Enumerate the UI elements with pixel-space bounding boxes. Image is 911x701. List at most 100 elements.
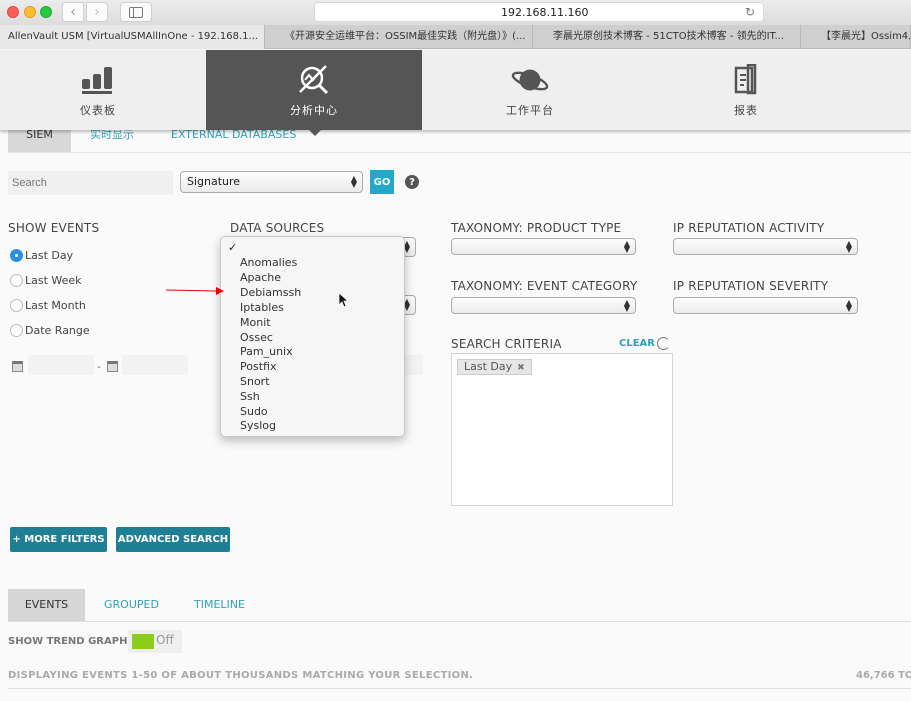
minimize-window-button[interactable] <box>24 6 36 18</box>
calendar-icon[interactable] <box>107 361 118 372</box>
radio-button[interactable] <box>10 274 23 287</box>
clear-link[interactable]: CLEAR <box>619 338 655 349</box>
help-icon[interactable]: ? <box>405 175 419 189</box>
date-separator: - <box>97 360 101 373</box>
dropdown-option[interactable]: Iptables <box>240 301 284 315</box>
analysis-search-icon <box>294 64 334 96</box>
tab-grouped[interactable]: GROUPED <box>104 589 159 621</box>
advanced-search-button[interactable]: ADVANCED SEARCH <box>116 527 230 552</box>
refresh-icon[interactable] <box>657 337 670 350</box>
mouse-cursor-icon <box>339 293 349 308</box>
display-info-text: DISPLAYING EVENTS 1-50 OF ABOUT THOUSAND… <box>8 670 474 681</box>
dropdown-option[interactable]: Sudo <box>240 405 268 419</box>
report-icon <box>726 64 766 96</box>
event-category-title: TAXONOMY: EVENT CATEGORY <box>451 279 638 293</box>
select-arrows-icon: ▲ ▼ <box>845 297 852 313</box>
data-sources-title: DATA SOURCES <box>230 221 325 235</box>
radio-last-week[interactable]: Last Week <box>10 274 82 287</box>
trend-graph-label: SHOW TREND GRAPH <box>8 636 128 647</box>
event-category-select[interactable]: ▲ ▼ <box>451 297 636 314</box>
product-type-title: TAXONOMY: PRODUCT TYPE <box>451 221 622 235</box>
chevron-left-icon: ‹ <box>70 4 76 20</box>
browser-tab[interactable]: 【李晨光】Ossim4入 <box>801 25 911 49</box>
browser-tab[interactable]: AllenVault USM [VirtualUSMAllInOne - 192… <box>0 25 265 49</box>
app-top-nav: 仪表板 分析中心 工作平台 报表 <box>0 50 911 130</box>
search-type-value: Signature <box>187 175 241 188</box>
browser-tab[interactable]: 李晨光原创技术博客 - 51CTO技术博客 - 领先的IT... <box>533 25 801 49</box>
radio-last-month[interactable]: Last Month <box>10 299 86 312</box>
nav-analysis[interactable]: 分析中心 <box>206 50 422 130</box>
hidden-input <box>405 355 423 375</box>
radio-label: Last Day <box>25 249 74 262</box>
search-type-select[interactable]: Signature ▲ ▼ <box>180 171 363 193</box>
dropdown-option[interactable]: Pam_unix <box>240 345 293 359</box>
radio-label: Last Month <box>25 299 86 312</box>
data-sources-dropdown[interactable]: ✓ Anomalies Apache Debiamssh Iptables Mo… <box>220 236 405 437</box>
chevron-right-icon: › <box>94 4 100 20</box>
calendar-icon[interactable] <box>12 361 23 372</box>
dropdown-option[interactable]: Snort <box>240 375 270 389</box>
radio-label: Date Range <box>25 324 90 337</box>
active-nav-caret <box>309 130 321 136</box>
tab-events[interactable]: EVENTS <box>8 589 85 621</box>
product-type-select[interactable]: ▲ ▼ <box>451 238 636 255</box>
chip-label: Last Day <box>464 360 513 373</box>
url-text: 192.168.11.160 <box>501 6 589 19</box>
ip-rep-severity-select[interactable]: ▲ ▼ <box>673 297 858 314</box>
dropdown-option[interactable]: Syslog <box>240 419 276 433</box>
dropdown-option[interactable]: Postfix <box>240 360 276 374</box>
search-input[interactable] <box>8 171 173 195</box>
ip-rep-severity-title: IP REPUTATION SEVERITY <box>673 279 829 293</box>
toggle-state: Off <box>156 633 174 647</box>
close-window-button[interactable] <box>7 6 19 18</box>
radio-button[interactable] <box>10 249 23 262</box>
more-filters-button[interactable]: + MORE FILTERS <box>10 527 107 552</box>
radio-button[interactable] <box>10 299 23 312</box>
browser-tab[interactable]: 《开源安全运维平台：OSSIM最佳实践（附光盘）》(... <box>265 25 533 49</box>
zoom-window-button[interactable] <box>40 6 52 18</box>
browser-titlebar: ‹ › 192.168.11.160 ↻ <box>0 0 911 25</box>
reload-icon[interactable]: ↻ <box>745 5 755 19</box>
ip-rep-activity-select[interactable]: ▲ ▼ <box>673 238 858 255</box>
go-button[interactable]: GO <box>370 170 394 194</box>
criteria-chip: Last Day ✖ <box>457 359 532 375</box>
browser-tab-strip: AllenVault USM [VirtualUSMAllInOne - 192… <box>0 25 911 49</box>
nav-environment[interactable]: 工作平台 <box>422 50 638 130</box>
dropdown-option[interactable]: Ssh <box>240 390 260 404</box>
event-count-text: 46,766 TO <box>856 670 911 681</box>
back-button[interactable]: ‹ <box>62 2 84 22</box>
select-arrows-icon: ▲ ▼ <box>623 238 630 254</box>
select-arrows-icon: ▲ ▼ <box>623 297 630 313</box>
date-to-input[interactable] <box>122 355 188 375</box>
nav-environment-label: 工作平台 <box>506 104 554 117</box>
date-from-input[interactable] <box>28 355 94 375</box>
select-arrows-icon: ▲ ▼ <box>350 174 357 189</box>
radio-date-range[interactable]: Date Range <box>10 324 90 337</box>
dropdown-option[interactable]: Debiamssh <box>240 286 301 300</box>
bar-chart-icon <box>78 64 118 96</box>
search-criteria-title: SEARCH CRITERIA <box>451 337 562 351</box>
trend-graph-toggle[interactable]: Off <box>128 630 182 653</box>
sidebar-icon <box>129 6 143 18</box>
search-criteria-box: Last Day ✖ <box>451 353 673 506</box>
radio-last-day[interactable]: Last Day <box>10 249 73 262</box>
red-annotation-arrow <box>166 287 224 295</box>
radio-label: Last Week <box>25 274 82 287</box>
dropdown-option[interactable]: Apache <box>240 271 281 285</box>
sidebar-toggle-button[interactable] <box>120 2 152 22</box>
address-bar[interactable]: 192.168.11.160 ↻ <box>314 2 764 22</box>
dropdown-option[interactable]: Anomalies <box>240 256 297 270</box>
ip-rep-activity-title: IP REPUTATION ACTIVITY <box>673 221 825 235</box>
tab-timeline[interactable]: TIMELINE <box>194 589 245 621</box>
remove-chip-icon[interactable]: ✖ <box>517 363 525 373</box>
nav-reports[interactable]: 报表 <box>638 50 854 130</box>
radio-button[interactable] <box>10 324 23 337</box>
toggle-knob[interactable] <box>132 634 154 649</box>
nav-dashboard[interactable]: 仪表板 <box>0 50 206 130</box>
nav-dashboard-label: 仪表板 <box>80 104 116 117</box>
dropdown-option[interactable]: Monit <box>240 316 271 330</box>
dropdown-option[interactable]: Ossec <box>240 331 273 345</box>
divider <box>8 688 911 689</box>
nav-analysis-label: 分析中心 <box>290 104 338 117</box>
forward-button[interactable]: › <box>86 2 108 22</box>
